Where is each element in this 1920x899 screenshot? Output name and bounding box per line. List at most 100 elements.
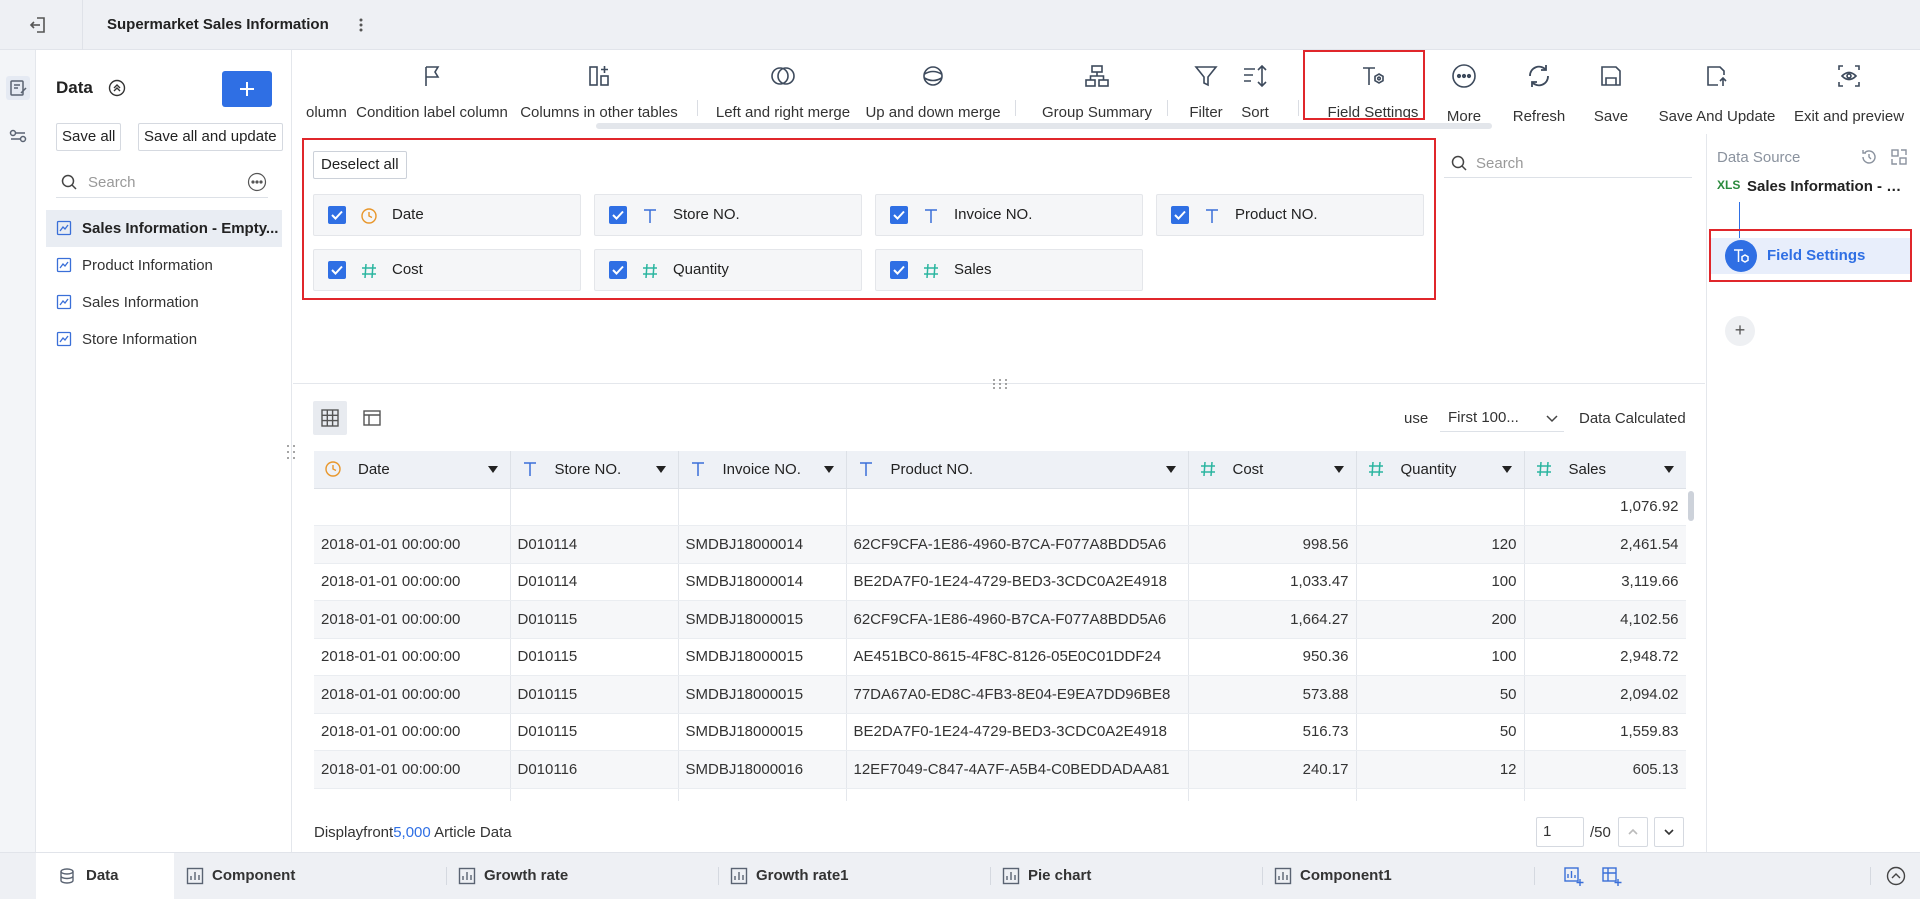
step-field-settings[interactable]: Field Settings (1711, 238, 1911, 274)
dropdown-arrow-icon[interactable] (655, 466, 666, 473)
cell-store-no[interactable]: D010116 (510, 750, 679, 789)
tab-component[interactable]: Component (186, 853, 458, 899)
tab-growth-rate[interactable]: Growth rate (458, 853, 730, 899)
toolbar-scrollbar[interactable] (596, 123, 1492, 129)
row-limit-select[interactable]: First 100... (1440, 404, 1564, 432)
dropdown-arrow-icon[interactable] (1333, 466, 1344, 473)
table-row[interactable]: 2018-01-01 00:00:00 D010116 SMDBJ1800001… (314, 750, 1686, 789)
checkbox-checked-icon[interactable] (609, 206, 627, 224)
cell-product-no[interactable]: 12EF7049-C847-4A7F-A5B4-C0BEDDADAA81 (846, 750, 1189, 789)
checkbox-checked-icon[interactable] (609, 261, 627, 279)
cell-store-no[interactable]: D010115 (510, 675, 679, 714)
column-header-cost[interactable]: Cost (1188, 451, 1357, 489)
toolbar-filter[interactable]: Filter (1184, 50, 1228, 134)
cell-product-no[interactable]: AE451BC0-8615-4F8C-8126-05E0C01DDF24 (846, 638, 1189, 676)
cell-cost[interactable]: 1,033.47 (1188, 563, 1357, 601)
cell-invoice-no[interactable]: SMDBJ18000015 (678, 675, 847, 714)
add-dashboard-icon[interactable] (1600, 865, 1622, 887)
cell-cost[interactable]: 998.56 (1188, 525, 1357, 564)
toolbar-refresh[interactable]: Refresh (1510, 50, 1568, 134)
deselect-all-button[interactable]: Deselect all (313, 151, 407, 179)
cell-store-no[interactable]: D010116 (510, 788, 679, 801)
collapse-icon[interactable] (108, 79, 126, 97)
cell-sales[interactable]: 1,559.83 (1524, 713, 1686, 751)
toolbar-condition-label-column[interactable]: Condition label column (354, 50, 510, 134)
tab-growth-rate1[interactable]: Growth rate1 (730, 853, 1002, 899)
table-row[interactable]: 2018-01-01 00:00:00 D010115 SMDBJ1800001… (314, 713, 1686, 751)
cell-invoice-no[interactable]: SMDBJ18000014 (678, 563, 847, 601)
history-icon[interactable] (1859, 147, 1879, 167)
checkbox-checked-icon[interactable] (1171, 206, 1189, 224)
page-next-button[interactable] (1654, 817, 1684, 847)
cell-product-no[interactable]: F9E5F5C4-24BA-48DC-9551-9744A16EC97B (846, 788, 1189, 801)
checkbox-checked-icon[interactable] (890, 261, 908, 279)
data-edit-icon[interactable] (6, 76, 30, 100)
cell-date[interactable]: 2018-01-01 00:00:00 (314, 750, 511, 789)
layout-view-icon[interactable] (355, 401, 389, 435)
cell-date[interactable]: 2018-01-01 00:00:00 (314, 638, 511, 676)
save-all-button[interactable]: Save all (56, 123, 122, 151)
checkbox-checked-icon[interactable] (328, 261, 346, 279)
dropdown-arrow-icon[interactable] (1663, 466, 1674, 473)
cell-sales[interactable]: 2,017.09 (1524, 788, 1686, 801)
table-row[interactable]: 1,076.92 (314, 488, 1686, 526)
page-prev-button[interactable] (1618, 817, 1648, 847)
cell-invoice-no[interactable]: SMDBJ18000014 (678, 525, 847, 564)
toolbar-up-down-merge[interactable]: Up and down merge (860, 50, 1006, 134)
cell-quantity[interactable] (1356, 488, 1525, 526)
tab-data[interactable]: Data (36, 853, 174, 899)
add-step-button[interactable]: + (1725, 316, 1755, 346)
cell-product-no[interactable]: 62CF9CFA-1E86-4960-B7CA-F077A8BDD5A6 (846, 525, 1189, 564)
cell-date[interactable]: 2018-01-01 00:00:00 (314, 675, 511, 714)
cell-date[interactable] (314, 488, 511, 526)
column-header-sales[interactable]: Sales (1524, 451, 1686, 489)
cell-date[interactable]: 2018-01-01 00:00:00 (314, 600, 511, 639)
toolbar-partial-column[interactable]: olumn (306, 50, 346, 134)
cell-store-no[interactable] (510, 488, 679, 526)
field-invoice-no[interactable]: Invoice NO. (875, 194, 1143, 236)
cell-product-no[interactable]: BE2DA7F0-1E24-4729-BED3-3CDC0A2E4918 (846, 713, 1189, 751)
cell-store-no[interactable]: D010115 (510, 600, 679, 639)
toolbar-columns-other-tables[interactable]: Columns in other tables (517, 50, 681, 134)
cell-product-no[interactable] (846, 488, 1189, 526)
column-header-product-no[interactable]: Product NO. (846, 451, 1189, 489)
column-header-date[interactable]: Date (314, 451, 511, 489)
column-header-quantity[interactable]: Quantity (1356, 451, 1525, 489)
cell-quantity[interactable]: 100 (1356, 563, 1525, 601)
field-store-no[interactable]: Store NO. (594, 194, 862, 236)
field-product-no[interactable]: Product NO. (1156, 194, 1424, 236)
toolbar-save-and-update[interactable]: Save And Update (1656, 50, 1778, 134)
toolbar-left-right-merge[interactable]: Left and right merge (710, 50, 856, 134)
exit-icon[interactable] (28, 14, 50, 36)
data-item-sales-information-empty[interactable]: Sales Information - Empty... (46, 210, 282, 247)
toolbar-exit-preview[interactable]: Exit and preview (1792, 50, 1906, 134)
cell-store-no[interactable]: D010114 (510, 563, 679, 601)
data-item-sales-information[interactable]: Sales Information (46, 284, 282, 321)
cell-cost[interactable]: 950.36 (1188, 638, 1357, 676)
page-number-input[interactable]: 1 (1536, 817, 1584, 847)
cell-sales[interactable]: 1,076.92 (1524, 488, 1686, 526)
resize-handle-horizontal[interactable] (990, 377, 1010, 391)
cell-date[interactable]: 2018-01-01 00:00:00 (314, 525, 511, 564)
cell-sales[interactable]: 2,948.72 (1524, 638, 1686, 676)
layout-icon[interactable] (1889, 147, 1909, 167)
dropdown-arrow-icon[interactable] (1165, 466, 1176, 473)
field-cost[interactable]: Cost (313, 249, 581, 291)
column-header-store-no[interactable]: Store NO. (510, 451, 679, 489)
cell-invoice-no[interactable]: SMDBJ18000015 (678, 713, 847, 751)
data-source-name[interactable]: Sales Information - Empty... (1747, 178, 1911, 195)
more-options-icon[interactable] (247, 172, 267, 192)
cell-quantity[interactable]: 40 (1356, 788, 1525, 801)
cell-cost[interactable]: 240.17 (1188, 750, 1357, 789)
checkbox-checked-icon[interactable] (328, 206, 346, 224)
table-row[interactable]: 2018-01-01 00:00:00 D010116 SMDBJ1800001… (314, 788, 1686, 801)
field-date[interactable]: Date (313, 194, 581, 236)
add-component-icon[interactable] (1562, 865, 1584, 887)
dropdown-arrow-icon[interactable] (823, 466, 834, 473)
cell-store-no[interactable]: D010115 (510, 638, 679, 676)
cell-sales[interactable]: 605.13 (1524, 750, 1686, 789)
cell-cost[interactable]: 573.88 (1188, 675, 1357, 714)
table-row[interactable]: 2018-01-01 00:00:00 D010115 SMDBJ1800001… (314, 675, 1686, 714)
cell-quantity[interactable]: 12 (1356, 750, 1525, 789)
checkbox-checked-icon[interactable] (890, 206, 908, 224)
